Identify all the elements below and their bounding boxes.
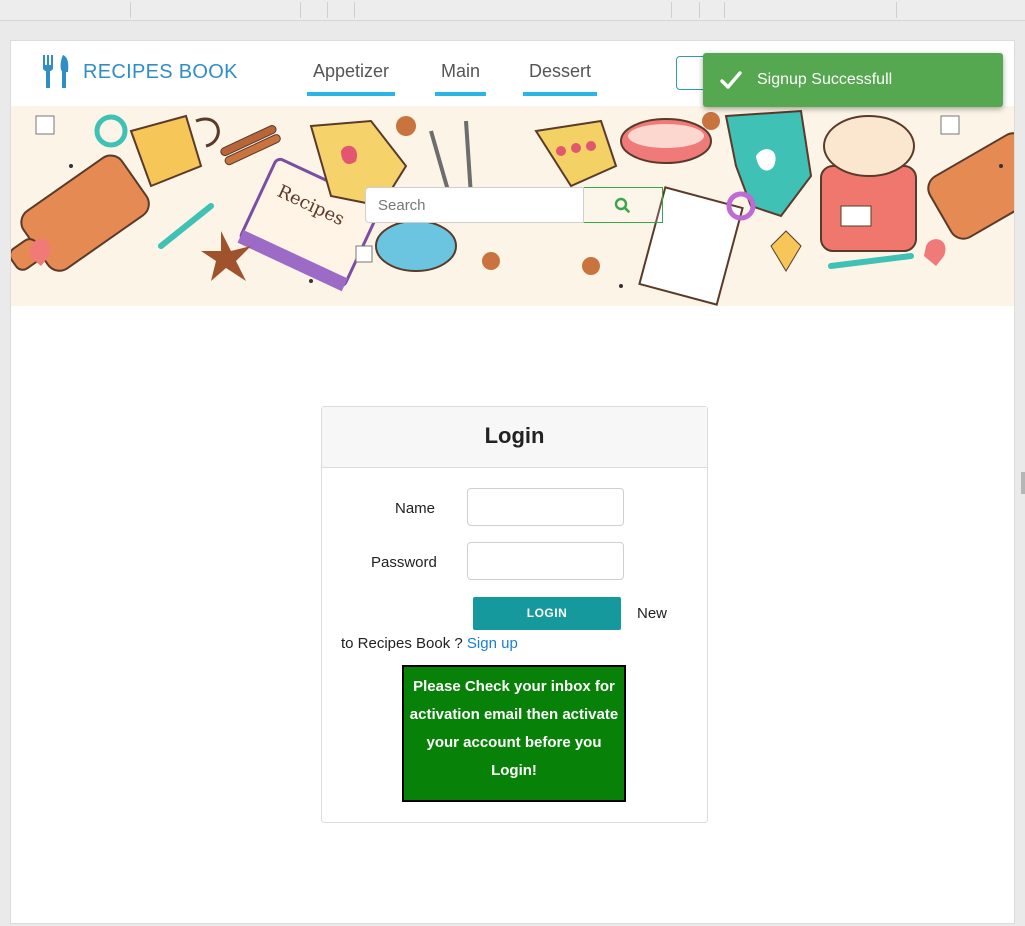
strip-divider (896, 2, 897, 18)
login-title: Login (322, 407, 707, 468)
check-icon (720, 71, 742, 89)
search-button[interactable] (584, 187, 663, 223)
nav-main[interactable]: Main (435, 61, 487, 96)
strip-divider (300, 2, 301, 18)
signup-prefix: to Recipes Book ? (341, 635, 463, 652)
signup-toast[interactable]: Signup Successfull (703, 53, 1003, 107)
strip-divider (671, 2, 672, 18)
name-label: Name (395, 500, 436, 517)
browser-top-strip (0, 0, 1025, 21)
strip-divider (354, 2, 355, 18)
password-field[interactable] (467, 542, 624, 580)
search-bar (365, 187, 663, 223)
nav-appetizer[interactable]: Appetizer (307, 61, 396, 96)
brand-link[interactable]: RECIPES BOOK (41, 55, 238, 89)
search-input[interactable] (365, 187, 584, 223)
password-label: Password (371, 554, 437, 571)
new-text: New (637, 605, 668, 622)
search-icon (614, 197, 630, 213)
name-field[interactable] (467, 488, 624, 526)
login-button[interactable]: LOGIN (473, 597, 621, 630)
strip-divider (699, 2, 700, 18)
signup-link[interactable]: Sign up (467, 635, 518, 652)
strip-divider (327, 2, 328, 18)
activation-notice: Please Check your inbox for activation e… (402, 665, 626, 802)
toast-message: Signup Successfull (757, 71, 893, 88)
nav-dessert[interactable]: Dessert (523, 61, 598, 96)
recipe-banner: Recipes (11, 106, 1014, 306)
signup-line: to Recipes Book ? Sign up (341, 635, 518, 652)
page-container: RECIPES BOOK Appetizer Main Dessert Reci… (10, 40, 1015, 924)
strip-divider (724, 2, 725, 18)
login-card: Login Name Password LOGIN New to Recipes… (321, 406, 708, 823)
strip-divider (130, 2, 131, 18)
fork-knife-icon (43, 55, 69, 88)
scrollbar-thumb[interactable] (1021, 472, 1025, 494)
brand-name: RECIPES BOOK (83, 60, 238, 83)
